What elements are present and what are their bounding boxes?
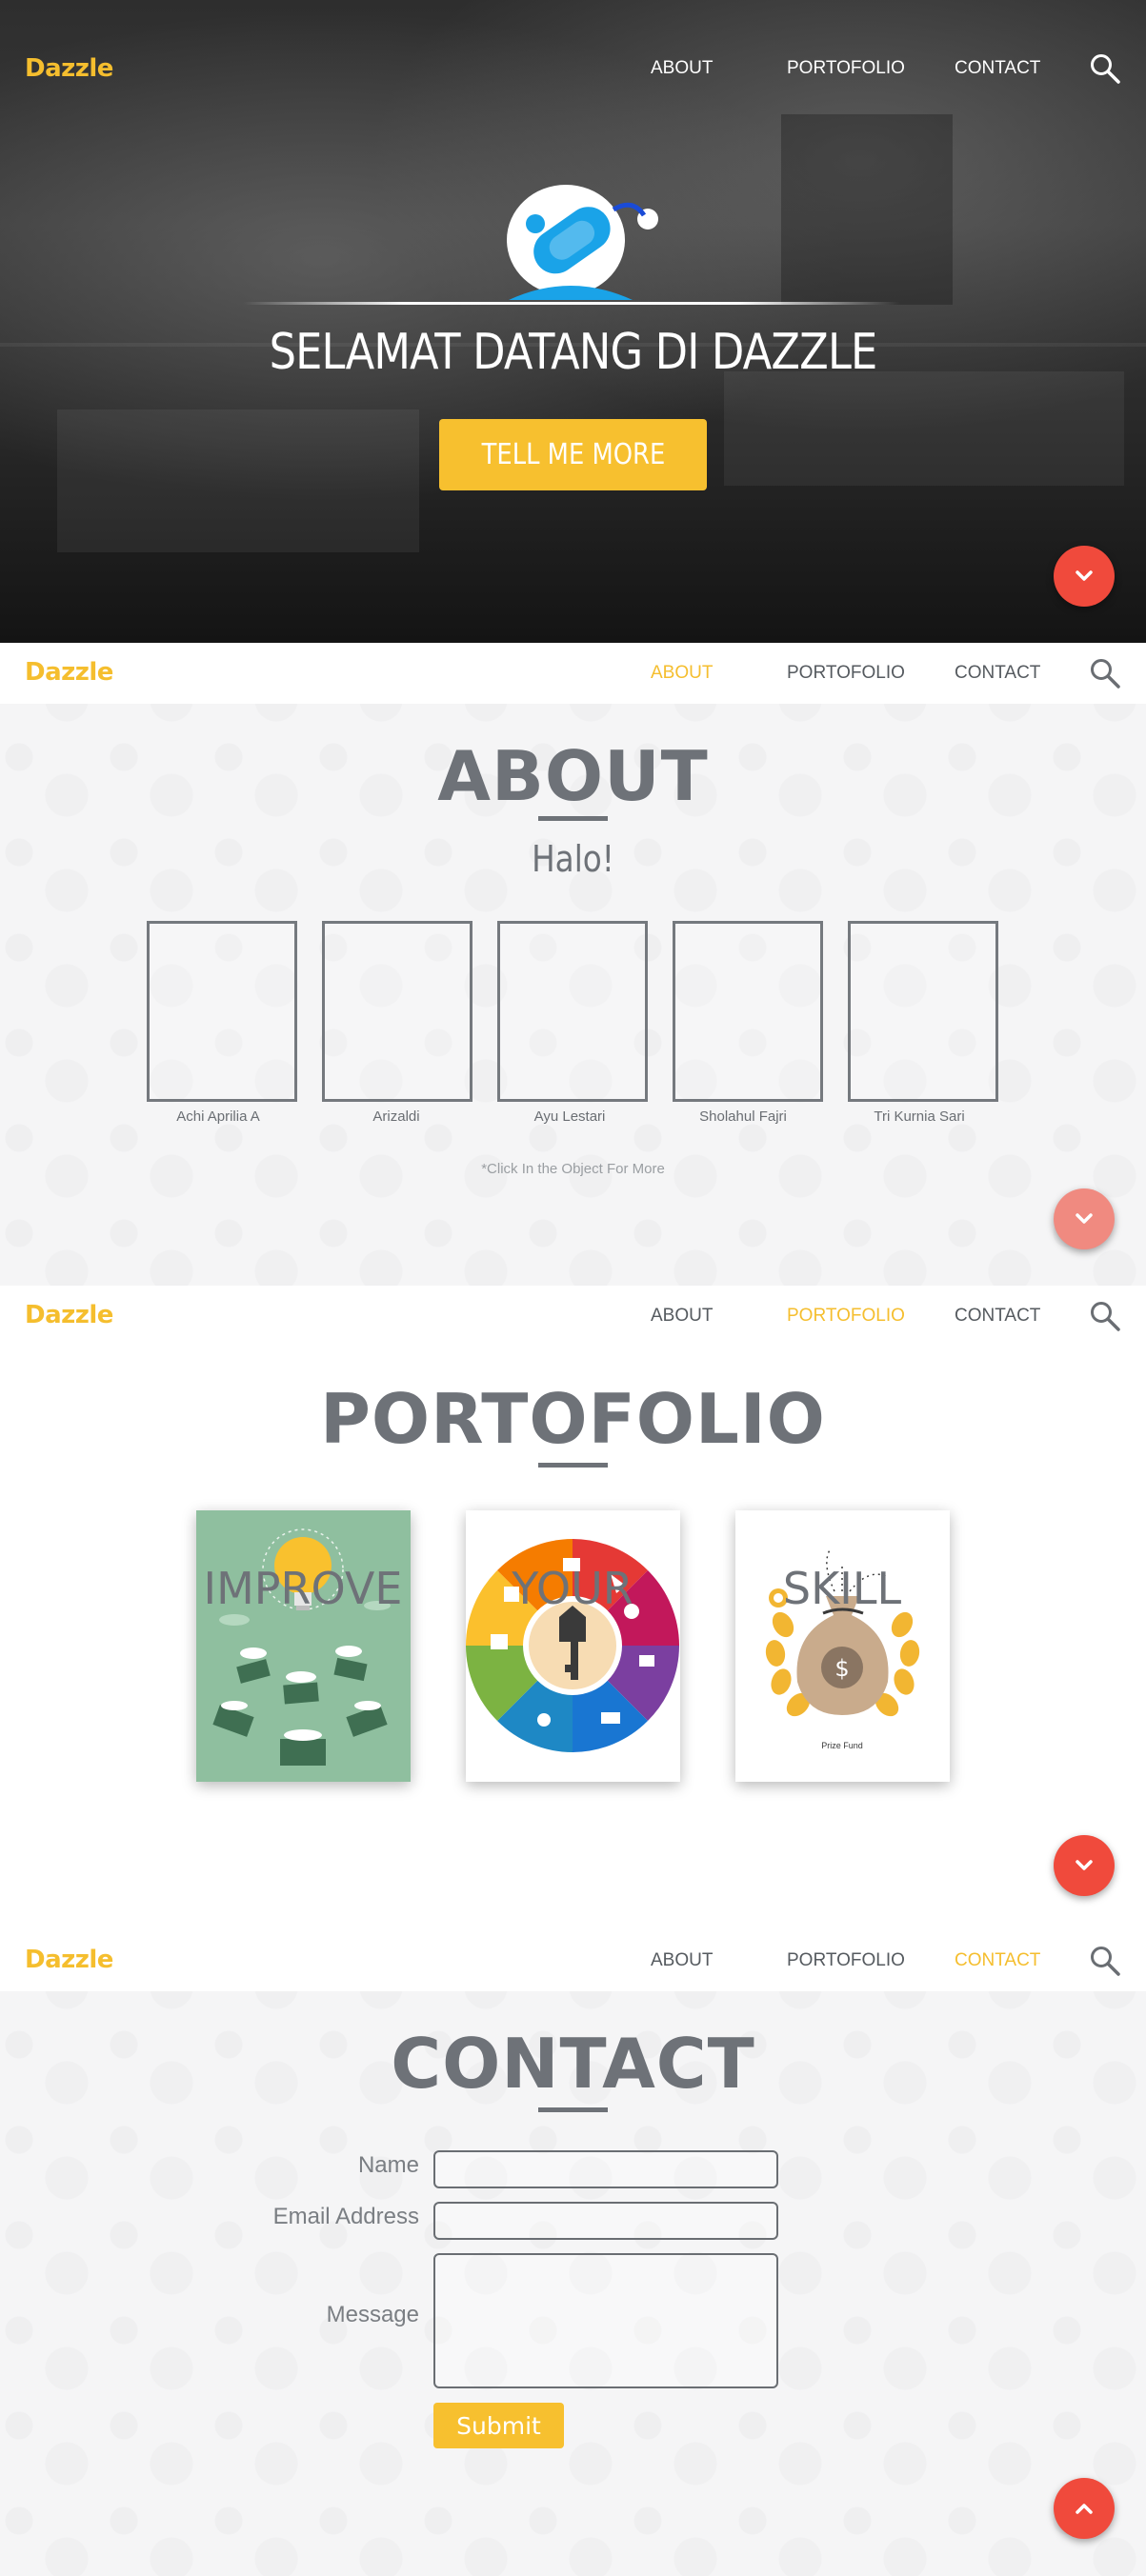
member-name-2: Arizaldi xyxy=(372,1108,420,1125)
hero-title: SELAMAT DATANG DI DAZZLE xyxy=(269,324,878,381)
nav-portofolio[interactable]: PORTOFOLIO xyxy=(787,1950,905,1971)
member-card-1[interactable] xyxy=(147,921,297,1102)
member-name-3: Ayu Lestari xyxy=(533,1108,606,1125)
chevron-down-icon xyxy=(1076,570,1093,581)
nav-about[interactable]: ABOUT xyxy=(651,1950,713,1971)
portfolio-card-your[interactable] xyxy=(466,1510,680,1782)
about-section: Dazzle ABOUT PORTOFOLIO CONTACT ABOUT Ha… xyxy=(0,643,1146,1286)
about-navbar: Dazzle ABOUT PORTOFOLIO CONTACT xyxy=(0,643,1146,704)
hero-navbar: Dazzle ABOUT PORTOFOLIO CONTACT xyxy=(0,38,1146,99)
name-input[interactable] xyxy=(433,2150,778,2188)
chevron-down-icon xyxy=(1076,1860,1093,1870)
member-card-3[interactable] xyxy=(497,921,648,1102)
contact-title: CONTACT xyxy=(391,2024,755,2104)
member-card-2[interactable] xyxy=(322,921,472,1102)
click-hint: *Click In the Object For More xyxy=(481,1161,665,1177)
portfolio-label-improve: IMPROVE xyxy=(203,1563,403,1614)
nav-portofolio[interactable]: PORTOFOLIO xyxy=(787,1306,905,1327)
about-title: ABOUT xyxy=(437,736,709,816)
portfolio-card-improve[interactable] xyxy=(196,1510,411,1782)
nav-contact[interactable]: CONTACT xyxy=(955,58,1040,79)
nav-portofolio[interactable]: PORTOFOLIO xyxy=(787,663,905,684)
dazzle-mascot-logo xyxy=(507,185,658,300)
brand-logo[interactable]: Dazzle xyxy=(25,1301,113,1329)
scroll-top-button[interactable] xyxy=(1054,2478,1115,2539)
submit-button[interactable]: Submit xyxy=(433,2403,564,2448)
money-bag-laurel-illustration: $ Prize Fund xyxy=(735,1510,950,1782)
portfolio-label-skill: SKILL xyxy=(782,1563,902,1614)
portfolio-title-underline xyxy=(538,1463,608,1468)
brand-logo[interactable]: Dazzle xyxy=(25,658,113,687)
member-name-5: Tri Kurnia Sari xyxy=(874,1108,965,1125)
nav-about[interactable]: ABOUT xyxy=(651,663,713,684)
nav-contact[interactable]: CONTACT xyxy=(955,663,1040,684)
color-wheel-key-illustration xyxy=(466,1510,680,1782)
portfolio-label-your: YOUR xyxy=(512,1563,633,1614)
chevron-up-icon xyxy=(1076,2504,1093,2514)
portfolio-card-skill[interactable]: $ Prize Fund xyxy=(735,1510,950,1782)
contact-navbar: Dazzle ABOUT PORTOFOLIO CONTACT xyxy=(0,1930,1146,1991)
about-greeting: Halo! xyxy=(532,838,614,880)
tell-me-more-label: TELL ME MORE xyxy=(481,438,665,471)
hero-divider xyxy=(243,302,900,305)
brand-logo[interactable]: Dazzle xyxy=(25,54,113,83)
scroll-down-button[interactable] xyxy=(1054,546,1115,607)
about-title-underline xyxy=(538,816,608,821)
contact-title-underline xyxy=(538,2107,608,2112)
lightbulb-money-illustration xyxy=(196,1510,411,1782)
name-label: Name xyxy=(357,2152,419,2178)
nav-contact[interactable]: CONTACT xyxy=(955,1306,1040,1327)
search-icon[interactable] xyxy=(1089,1300,1121,1332)
nav-contact[interactable]: CONTACT xyxy=(955,1950,1040,1971)
portfolio-navbar: Dazzle ABOUT PORTOFOLIO CONTACT xyxy=(0,1286,1146,1347)
nav-about[interactable]: ABOUT xyxy=(651,58,713,79)
svg-text:$: $ xyxy=(834,1655,849,1682)
member-name-4: Sholahul Fajri xyxy=(699,1108,787,1125)
hero-desk-shape xyxy=(57,409,419,552)
email-label: Email Address xyxy=(272,2204,419,2229)
search-icon[interactable] xyxy=(1089,657,1121,689)
prize-fund-caption: Prize Fund xyxy=(821,1741,863,1750)
email-input[interactable] xyxy=(433,2202,778,2240)
message-label: Message xyxy=(326,2302,419,2327)
nav-about[interactable]: ABOUT xyxy=(651,1306,713,1327)
member-card-4[interactable] xyxy=(673,921,823,1102)
hero-monitor-shape xyxy=(781,114,953,305)
member-name-1: Achi Aprilia A xyxy=(176,1108,260,1125)
search-icon[interactable] xyxy=(1089,52,1121,85)
portfolio-section: Dazzle ABOUT PORTOFOLIO CONTACT PORTOFOL… xyxy=(0,1286,1146,1930)
chevron-down-icon xyxy=(1076,1213,1093,1224)
member-card-5[interactable] xyxy=(848,921,998,1102)
tell-me-more-button[interactable]: TELL ME MORE xyxy=(439,419,707,490)
portfolio-title: PORTOFOLIO xyxy=(320,1379,826,1459)
hero-desk-shape-2 xyxy=(724,371,1124,486)
hero-section: Dazzle ABOUT PORTOFOLIO CONTACT SELAMAT … xyxy=(0,0,1146,643)
nav-portofolio[interactable]: PORTOFOLIO xyxy=(787,58,905,79)
search-icon[interactable] xyxy=(1089,1945,1121,1977)
scroll-down-button[interactable] xyxy=(1054,1835,1115,1896)
contact-section: Dazzle ABOUT PORTOFOLIO CONTACT CONTACT … xyxy=(0,1930,1146,2576)
scroll-down-button[interactable] xyxy=(1054,1188,1115,1249)
message-textarea[interactable] xyxy=(433,2253,778,2388)
brand-logo[interactable]: Dazzle xyxy=(25,1946,113,1974)
